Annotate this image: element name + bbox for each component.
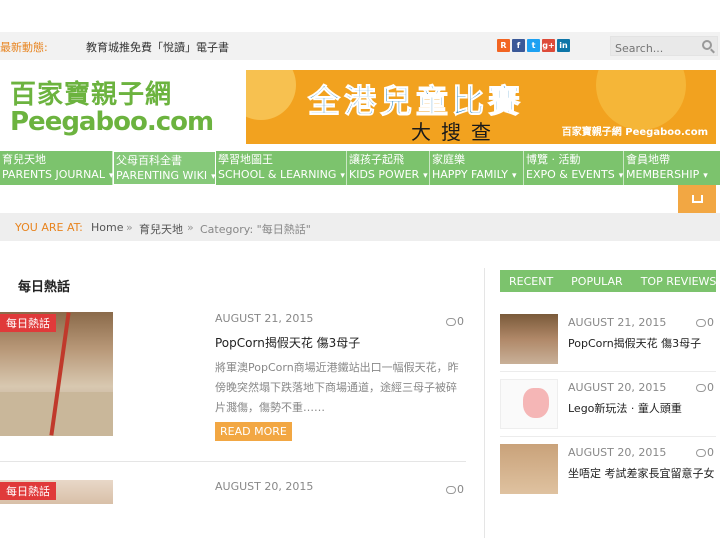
- cart-button[interactable]: [678, 185, 716, 213]
- nav-item-label-zh: 育兒天地: [2, 153, 46, 166]
- sidebar-date: AUGUST 20, 2015: [568, 381, 667, 394]
- nav-item-label-zh: 會員地帶: [626, 153, 670, 166]
- comment-count[interactable]: 0: [696, 316, 714, 329]
- comment-icon: [696, 449, 706, 457]
- nav-item-kids-power[interactable]: 讓孩子起飛 KIDS POWER ▾: [347, 151, 430, 185]
- cart-icon: [691, 195, 703, 203]
- category-tag[interactable]: 每日熱話: [0, 314, 56, 332]
- nav-item-happy-family[interactable]: 家庭樂 HAPPY FAMILY ▾: [430, 151, 524, 185]
- post-card: 每日熱話 AUGUST 20, 2015 0: [0, 480, 466, 538]
- nav-item-label-en: MEMBERSHIP ▾: [626, 167, 718, 184]
- post-date: AUGUST 20, 2015: [215, 480, 314, 493]
- post-excerpt: 將軍澳PopCorn商場近港鐵站出口一幅假天花，昨傍晚突然塌下跌落地下商場通道，…: [215, 361, 459, 414]
- tab-popular[interactable]: POPULAR: [562, 275, 632, 288]
- breadcrumb-home-link[interactable]: Home: [91, 221, 123, 234]
- chevron-down-icon: ▾: [703, 171, 708, 181]
- sidebar-title-link[interactable]: Lego新玩法 · 童人頭重: [568, 400, 682, 416]
- nav-item-parents-journal[interactable]: 育兒天地 PARENTS JOURNAL ▾: [0, 151, 113, 185]
- nav-item-label-zh: 家庭樂: [432, 153, 465, 166]
- nav-item-label-en: EXPO & EVENTS ▾: [526, 167, 624, 184]
- comment-count[interactable]: 0: [696, 381, 714, 394]
- chevron-down-icon: ▾: [618, 171, 624, 181]
- comment-count[interactable]: 0: [446, 315, 464, 328]
- post-title-link[interactable]: PopCorn揭假天花 傷3母子: [215, 334, 360, 351]
- sidebar-thumbnail[interactable]: [500, 444, 558, 494]
- search-box: [610, 36, 718, 58]
- nav-item-label-en: HAPPY FAMILY ▾: [432, 167, 521, 184]
- linkedin-icon[interactable]: in: [557, 39, 570, 52]
- breadcrumb-category-link[interactable]: 育兒天地: [139, 221, 183, 237]
- chevron-down-icon: ▾: [423, 171, 428, 181]
- logo-english: Peegaboo.com: [10, 107, 214, 137]
- banner-subtitle: 大搜查: [411, 120, 501, 144]
- nav-item-label-zh: 父母百科全書: [116, 154, 182, 167]
- comment-icon: [696, 384, 706, 392]
- sidebar-title-link[interactable]: PopCorn揭假天花 傷3母子: [568, 335, 701, 351]
- post-thumbnail[interactable]: 每日熱話: [0, 480, 113, 504]
- main-navigation: 育兒天地 PARENTS JOURNAL ▾ 父母百科全書 PARENTING W…: [0, 151, 720, 185]
- sidebar-thumbnail[interactable]: [500, 314, 558, 364]
- nav-item-label-en: PARENTING WIKI ▾: [116, 168, 216, 185]
- social-links: R f t g+ in: [497, 39, 570, 52]
- banner-logo: 百家寶親子網 Peegaboo.com: [561, 127, 708, 138]
- googleplus-icon[interactable]: g+: [542, 39, 555, 52]
- sidebar-title-link[interactable]: 坐唔定 考試差家長宜留意子女: [568, 465, 715, 481]
- nav-item-parenting-wiki[interactable]: 父母百科全書 PARENTING WIKI ▾: [113, 151, 216, 185]
- post-date: AUGUST 21, 2015: [215, 312, 314, 325]
- chevron-down-icon: ▾: [340, 171, 345, 181]
- nav-item-expo-events[interactable]: 博覽 · 活動 EXPO & EVENTS ▾: [524, 151, 624, 185]
- breadcrumb-separator: »: [126, 221, 133, 234]
- sidebar-divider: [484, 268, 485, 538]
- nav-item-label-zh: 博覽 · 活動: [526, 153, 581, 166]
- ticker-headline-link[interactable]: 教育城推免費「悅讀」電子書: [86, 39, 229, 55]
- chevron-down-icon: ▾: [512, 171, 517, 181]
- nav-item-label-en: PARENTS JOURNAL ▾: [2, 167, 113, 184]
- sidebar-thumbnail[interactable]: [500, 379, 558, 429]
- twitter-icon[interactable]: t: [527, 39, 540, 52]
- logo-chinese: 百家寶親子網: [10, 80, 173, 110]
- sidebar-separator: [500, 436, 716, 437]
- chevron-down-icon: ▾: [211, 172, 216, 182]
- sidebar-date: AUGUST 21, 2015: [568, 316, 667, 329]
- tab-recent[interactable]: RECENT: [500, 275, 562, 288]
- top-bar: 最新動態: 教育城推免費「悅讀」電子書 R f t g+ in: [0, 32, 720, 60]
- section-title: 每日熱話: [18, 280, 71, 295]
- sidebar-list-item[interactable]: AUGUST 20, 2015 0 Lego新玩法 · 童人頭重: [500, 379, 716, 431]
- breadcrumb-label: YOU ARE AT:: [15, 221, 83, 234]
- search-input[interactable]: [611, 39, 695, 58]
- nav-item-label-en: KIDS POWER ▾: [349, 167, 428, 184]
- read-more-button[interactable]: READ MORE: [215, 422, 292, 441]
- facebook-icon[interactable]: f: [512, 39, 525, 52]
- breadcrumb-separator: »: [187, 221, 194, 234]
- nav-item-school-learning[interactable]: 學習地圖王 SCHOOL & LEARNING ▾: [216, 151, 347, 185]
- comment-icon: [446, 318, 456, 326]
- site-logo[interactable]: 百家寶親子網 Peegaboo.com: [10, 80, 214, 144]
- banner-decoration: [596, 70, 686, 130]
- breadcrumb: YOU ARE AT: Home » 育兒天地 » Category: "每日熱…: [0, 213, 720, 241]
- post-card: 每日熱話 AUGUST 21, 2015 0 PopCorn揭假天花 傷3母子 …: [0, 312, 466, 462]
- comment-icon: [446, 486, 456, 494]
- thumbnail-doodle: [523, 388, 549, 418]
- comment-count[interactable]: 0: [446, 483, 464, 496]
- tab-top-reviews[interactable]: TOP REVIEWS: [632, 275, 720, 288]
- header-banner-ad[interactable]: 全港兒童比賽 大搜查 百家寶親子網 Peegaboo.com: [246, 70, 716, 144]
- nav-item-label-zh: 學習地圖王: [218, 153, 273, 166]
- sidebar-separator: [500, 371, 716, 372]
- comment-icon: [696, 319, 706, 327]
- nav-item-label-en: SCHOOL & LEARNING ▾: [218, 167, 345, 184]
- banner-decoration: [246, 70, 296, 120]
- post-thumbnail[interactable]: 每日熱話: [0, 312, 113, 436]
- rss-icon[interactable]: R: [497, 39, 510, 52]
- sidebar-list-item[interactable]: AUGUST 20, 2015 0 坐唔定 考試差家長宜留意子女: [500, 444, 716, 496]
- sidebar-list-item[interactable]: AUGUST 21, 2015 0 PopCorn揭假天花 傷3母子: [500, 314, 716, 366]
- sidebar-date: AUGUST 20, 2015: [568, 446, 667, 459]
- sidebar-tabs: RECENT POPULAR TOP REVIEWS: [500, 270, 716, 292]
- breadcrumb-current: Category: "每日熱話": [200, 223, 311, 236]
- ticker-label: 最新動態:: [0, 41, 48, 54]
- nav-item-label-zh: 讓孩子起飛: [349, 153, 404, 166]
- comment-count[interactable]: 0: [696, 446, 714, 459]
- category-tag[interactable]: 每日熱話: [0, 482, 56, 500]
- nav-item-membership[interactable]: 會員地帶 MEMBERSHIP ▾: [624, 151, 720, 185]
- search-icon[interactable]: [702, 40, 712, 50]
